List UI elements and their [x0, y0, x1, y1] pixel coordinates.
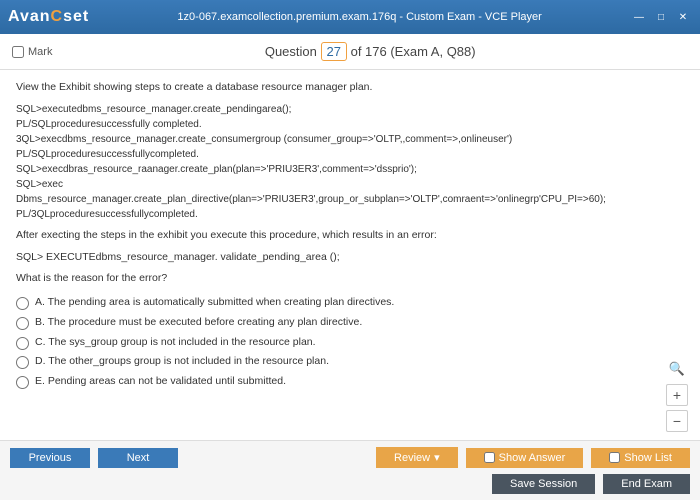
code-line: PL/SQLproceduresuccessfullycompleted. [16, 147, 684, 162]
show-answer-checkbox[interactable] [484, 452, 495, 463]
code-block: SQL>executedbms_resource_manager.create_… [16, 102, 684, 222]
code-line: 3QL>execdbms_resource_manager.create_con… [16, 132, 684, 147]
footer: Previous Next Review ▾ Show Answer Show … [0, 440, 700, 500]
option-b: B. The procedure must be executed before… [16, 315, 684, 331]
options-list: A. The pending area is automatically sub… [16, 295, 684, 390]
question-header: Mark Question 27 of 176 (Exam A, Q88) [0, 34, 700, 70]
option-c-radio[interactable] [16, 337, 29, 350]
window-controls: — □ ✕ [630, 10, 692, 24]
end-exam-button[interactable]: End Exam [603, 474, 690, 494]
logo-prefix: Avan [8, 8, 51, 25]
code-line: SQL>exec [16, 177, 684, 192]
previous-button[interactable]: Previous [10, 448, 90, 468]
zoom-in-button[interactable]: + [666, 384, 688, 406]
code-line: PL/SQLproceduresuccessfully completed. [16, 117, 684, 132]
option-c: C. The sys_group group is not included i… [16, 335, 684, 351]
close-icon[interactable]: ✕ [674, 10, 692, 24]
option-e: E. Pending areas can not be validated un… [16, 374, 684, 390]
question-text: What is the reason for the error? [16, 271, 684, 287]
window-title: 1z0-067.examcollection.premium.exam.176q… [177, 11, 541, 23]
option-d: D. The other_groups group is not include… [16, 354, 684, 370]
mark-section: Mark [12, 46, 52, 58]
option-a: A. The pending area is automatically sub… [16, 295, 684, 311]
minimize-icon[interactable]: — [630, 10, 648, 24]
show-list-label: Show List [624, 452, 672, 464]
logo-accent: C [51, 8, 64, 25]
code-line: SQL>executedbms_resource_manager.create_… [16, 102, 684, 117]
code-line: PL/3QLproceduresuccessfullycompleted. [16, 207, 684, 222]
option-a-label: A. The pending area is automatically sub… [35, 295, 394, 311]
review-label: Review [394, 452, 430, 464]
question-total: of 176 (Exam A, Q88) [351, 44, 476, 59]
option-b-radio[interactable] [16, 317, 29, 330]
content-area: View the Exhibit showing steps to create… [0, 70, 700, 440]
option-d-label: D. The other_groups group is not include… [35, 354, 329, 370]
mark-label: Mark [28, 46, 52, 58]
footer-row-1: Previous Next Review ▾ Show Answer Show … [10, 447, 690, 468]
option-a-radio[interactable] [16, 297, 29, 310]
option-e-radio[interactable] [16, 376, 29, 389]
question-number: 27 [321, 42, 347, 61]
chevron-down-icon: ▾ [434, 451, 440, 464]
show-list-checkbox[interactable] [609, 452, 620, 463]
option-d-radio[interactable] [16, 356, 29, 369]
nav-buttons: Previous Next [10, 448, 178, 468]
footer-row-2: Save Session End Exam [10, 474, 690, 494]
option-c-label: C. The sys_group group is not included i… [35, 335, 316, 351]
after-text: After execting the steps in the exhibit … [16, 228, 684, 244]
mark-checkbox[interactable] [12, 46, 24, 58]
logo-suffix: set [63, 8, 89, 25]
zoom-out-button[interactable]: − [666, 410, 688, 432]
maximize-icon[interactable]: □ [652, 10, 670, 24]
save-session-button[interactable]: Save Session [492, 474, 595, 494]
option-e-label: E. Pending areas can not be validated un… [35, 374, 286, 390]
exec-line: SQL> EXECUTEdbms_resource_manager. valid… [16, 250, 684, 266]
show-list-button[interactable]: Show List [591, 448, 690, 468]
titlebar: AvanCset 1z0-067.examcollection.premium.… [0, 0, 700, 34]
code-line: SQL>execdbras_resource_raanager.create_p… [16, 162, 684, 177]
magnifier-icon[interactable]: 🔍 [666, 358, 688, 380]
action-buttons: Review ▾ Show Answer Show List [376, 447, 690, 468]
show-answer-label: Show Answer [499, 452, 566, 464]
code-line: Dbms_resource_manager.create_plan_direct… [16, 192, 684, 207]
logo: AvanCset [8, 8, 89, 26]
intro-text: View the Exhibit showing steps to create… [16, 80, 684, 96]
question-title: Question 27 of 176 (Exam A, Q88) [52, 42, 688, 61]
review-button[interactable]: Review ▾ [376, 447, 458, 468]
option-b-label: B. The procedure must be executed before… [35, 315, 362, 331]
zoom-controls: 🔍 + − [666, 358, 688, 432]
next-button[interactable]: Next [98, 448, 178, 468]
show-answer-button[interactable]: Show Answer [466, 448, 584, 468]
question-label: Question [265, 44, 317, 59]
